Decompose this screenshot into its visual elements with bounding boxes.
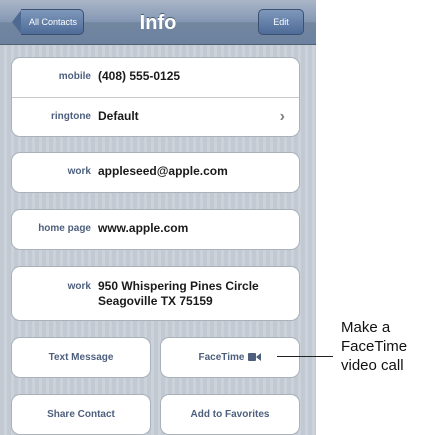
- callout-line-2: FaceTime: [341, 338, 408, 355]
- email-label: work: [67, 166, 91, 177]
- phone-screen: All Contacts Info Edit mobile (408) 555-…: [0, 0, 316, 435]
- homepage-label: home page: [38, 223, 91, 234]
- facetime-button[interactable]: FaceTime: [160, 337, 300, 378]
- callout-line-3: video call: [341, 357, 404, 374]
- chevron-right-icon: ›: [279, 108, 285, 125]
- edit-button[interactable]: Edit: [258, 9, 304, 35]
- facetime-label: FaceTime: [198, 352, 245, 363]
- navigation-bar: All Contacts Info Edit: [0, 0, 316, 45]
- callout-leader-line: [277, 356, 333, 357]
- facetime-callout: Make a FaceTime video call: [341, 318, 407, 375]
- email-row[interactable]: work appleseed@apple.com: [11, 152, 300, 193]
- ringtone-value: Default: [98, 109, 139, 123]
- mobile-row[interactable]: mobile (408) 555-0125: [12, 58, 299, 97]
- ringtone-row[interactable]: ringtone Default ›: [12, 97, 299, 136]
- video-camera-icon: [248, 353, 262, 361]
- email-value: appleseed@apple.com: [98, 164, 228, 178]
- mobile-label: mobile: [58, 71, 91, 82]
- homepage-row[interactable]: home page www.apple.com: [11, 209, 300, 250]
- text-message-button[interactable]: Text Message: [11, 337, 151, 378]
- homepage-value: www.apple.com: [98, 221, 189, 235]
- address-row[interactable]: work 950 Whispering Pines Circle Seagovi…: [11, 266, 300, 321]
- address-line2: Seagoville TX 75159: [98, 294, 213, 308]
- mobile-value: (408) 555-0125: [98, 69, 181, 83]
- add-to-favorites-button[interactable]: Add to Favorites: [160, 394, 300, 435]
- phone-ringtone-group: mobile (408) 555-0125 ringtone Default ›: [11, 57, 300, 137]
- share-contact-button[interactable]: Share Contact: [11, 394, 151, 435]
- address-line1: 950 Whispering Pines Circle: [98, 279, 259, 293]
- address-label: work: [67, 281, 91, 292]
- ringtone-label: ringtone: [51, 111, 91, 122]
- callout-line-1: Make a: [341, 319, 391, 336]
